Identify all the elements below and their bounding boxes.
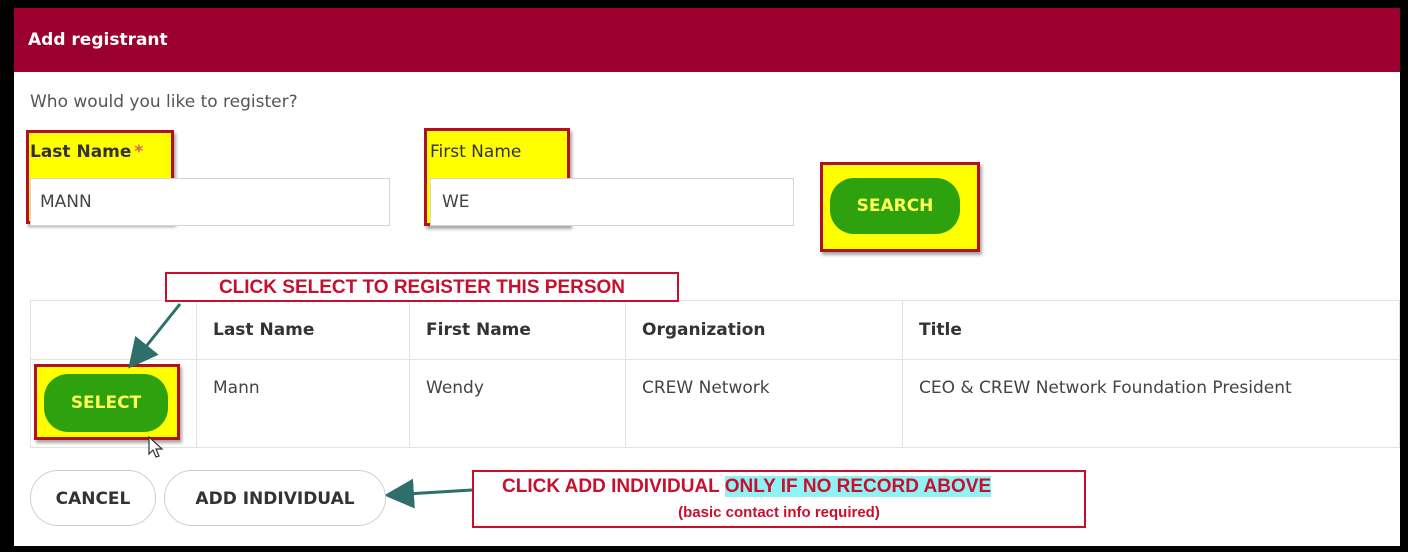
add-individual-arrow <box>384 478 473 509</box>
add-individual-button[interactable]: ADD INDIVIDUAL <box>164 470 386 526</box>
select-arrow <box>128 303 182 369</box>
add-callout-prefix: CLICK ADD INDIVIDUAL <box>502 476 720 497</box>
add-callout-line: CLICK ADD INDIVIDUAL ONLY IF NO RECORD A… <box>502 476 992 498</box>
add-callout-highlight: ONLY IF NO RECORD ABOVE <box>724 476 992 497</box>
add-registrant-dialog: Add registrant Who would you like to reg… <box>14 8 1400 546</box>
add-individual-callout: CLICK ADD INDIVIDUAL ONLY IF NO RECORD A… <box>472 470 1086 528</box>
callout-arrows <box>128 303 473 509</box>
cancel-button[interactable]: CANCEL <box>30 470 156 526</box>
add-callout-sub: (basic contact info required) <box>678 504 880 521</box>
